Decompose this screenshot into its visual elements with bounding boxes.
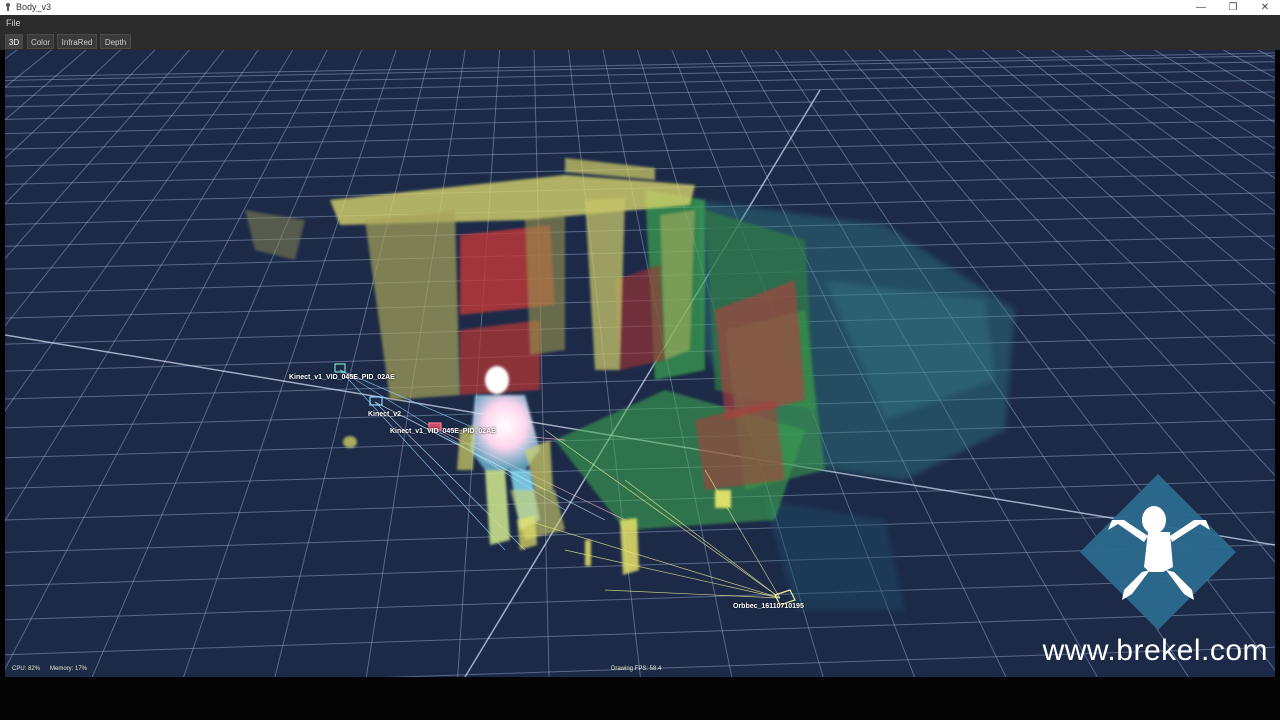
camera-label: Orbbec_16110710195 [733,603,804,610]
memory-status: Memory: 17% [50,666,88,672]
window-titlebar: Body_v3 — ❐ ✕ [0,0,1280,16]
tab-depth[interactable]: Depth [100,34,131,49]
restore-button[interactable]: ❐ [1218,0,1248,15]
fps-status: Drawing FPS: 58.4 [611,666,662,672]
cpu-status: CPU: 82% [12,666,41,672]
tab-3d[interactable]: 3D [5,34,23,49]
tab-color[interactable]: Color [27,34,54,49]
watermark-url: www.brekel.com [1042,634,1268,667]
menu-file[interactable]: File [6,18,21,28]
app-icon [6,3,10,11]
close-button[interactable]: ✕ [1250,0,1280,15]
brekel-logo [1080,474,1236,630]
camera-label: Kinect_v1_VID_045E_PID_02AE [390,428,496,435]
minimize-button[interactable]: — [1186,0,1216,15]
camera-label: Kinect_v1_VID_045E_PID_02AE [289,374,395,381]
bottom-bar [0,677,1280,720]
window-title: Body_v3 [16,2,52,12]
camera-label: Kinect_v2 [368,411,402,418]
view-tabs: 3D Color InfraRed Depth [0,32,1280,50]
menu-bar: File [0,15,1280,32]
tab-infrared[interactable]: InfraRed [57,34,97,49]
